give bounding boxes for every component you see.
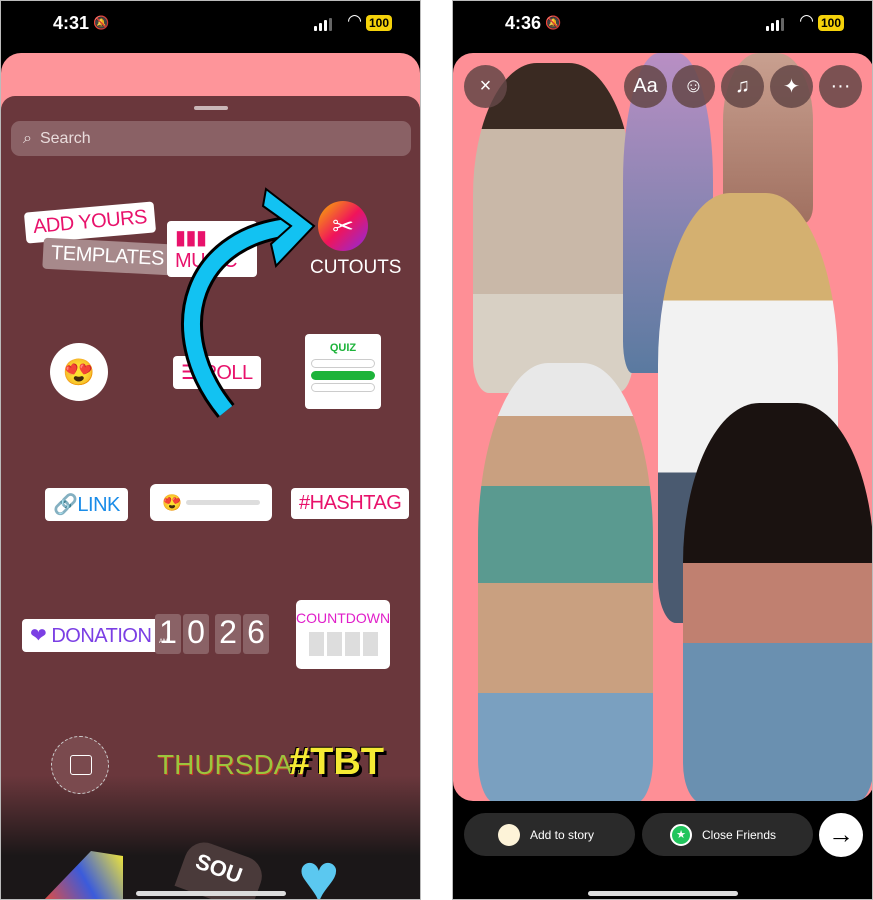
story-canvas[interactable] [453, 53, 872, 801]
text-tool-button[interactable]: Aa [624, 65, 667, 108]
silent-bell-icon: 🔕 [545, 15, 562, 30]
home-indicator [588, 891, 738, 896]
more-button[interactable]: ··· [819, 65, 862, 108]
curved-arrow-annotation [181, 187, 316, 418]
home-indicator [136, 891, 286, 896]
star-icon: ★ [670, 823, 692, 846]
status-time: 4:36 [505, 13, 542, 33]
battery-indicator: 100 [817, 15, 844, 31]
close-friends-button[interactable]: ★ Close Friends [642, 813, 813, 856]
add-to-story-button[interactable]: Add to story [464, 813, 635, 856]
cutout-person-6[interactable] [683, 403, 872, 801]
signal-icon [766, 18, 784, 31]
cutout-person-5[interactable] [478, 363, 653, 801]
status-bar: 4:36 🔕 ◠ 100 [453, 1, 872, 49]
next-arrow-button[interactable]: → [819, 813, 863, 857]
add-to-story-label: Add to story [530, 827, 595, 842]
cutout-person-1[interactable] [473, 63, 633, 393]
avatar [498, 823, 520, 846]
sticker-icon[interactable]: ☺ [672, 65, 715, 108]
sticker-tray-screen: 4:31 🔕 ◠ 100 ⌕ Search ADD YOURS TEMPLATE… [0, 0, 421, 900]
music-icon[interactable]: ♫ [721, 65, 764, 108]
close-friends-label: Close Friends [702, 827, 777, 842]
sparkles-icon[interactable]: ✦ [770, 65, 813, 108]
close-button[interactable]: × [464, 65, 507, 108]
wifi-icon: ◠ [799, 11, 814, 30]
story-editor-screen: 4:36 🔕 ◠ 100 × Aa ☺ ♫ ✦ ··· Add to story… [452, 0, 873, 900]
